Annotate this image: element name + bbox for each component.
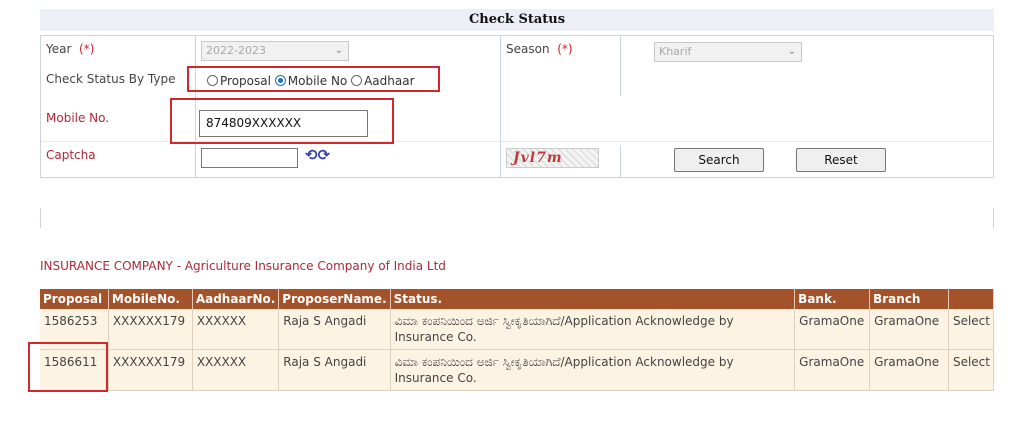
chevron-down-icon: ⌄ xyxy=(787,46,796,57)
check-type-radios: Proposal Mobile No Aadhaar xyxy=(207,74,415,88)
form-divider xyxy=(620,145,621,177)
highlight-box xyxy=(28,342,108,392)
season-select[interactable]: Kharif ⌄ xyxy=(654,42,802,62)
mobile-label: Mobile No. xyxy=(46,111,110,125)
search-button[interactable]: Search xyxy=(674,148,764,172)
col-proposal: Proposal xyxy=(40,289,109,309)
chevron-down-icon: ⌄ xyxy=(334,45,343,56)
form-divider xyxy=(500,36,501,177)
divider xyxy=(40,208,41,228)
table-header-row: Proposal MobileNo. AadhaarNo. ProposerNa… xyxy=(40,289,995,309)
radio-mobile[interactable]: Mobile No xyxy=(274,74,347,88)
form-divider xyxy=(620,36,621,96)
radio-icon xyxy=(351,75,363,86)
cell-bank: GramaOne xyxy=(794,349,871,391)
refresh-icon[interactable]: ⟲⟳ xyxy=(305,146,330,164)
select-link[interactable]: Select xyxy=(948,349,995,391)
captcha-label: Captcha xyxy=(46,148,96,162)
cell-aadhaar: XXXXXX xyxy=(192,309,280,350)
page-title: Check Status xyxy=(40,9,994,31)
divider xyxy=(993,208,994,228)
select-link[interactable]: Select xyxy=(948,309,995,350)
insurance-company-label: INSURANCE COMPANY - Agriculture Insuranc… xyxy=(40,259,446,273)
cell-branch: GramaOne xyxy=(869,349,949,391)
captcha-input[interactable] xyxy=(201,148,298,168)
table-row: 1586253 XXXXXX179 XXXXXX Raja S Angadi ವ… xyxy=(40,309,995,350)
cell-bank: GramaOne xyxy=(794,309,871,350)
col-action xyxy=(948,289,995,309)
radio-checked-icon xyxy=(274,75,286,86)
cell-status: ವಿಮಾ ಕಂಪನಿಯಿಂದ ಅರ್ಜಿ ಸ್ವೀಕೃತಿಯಾಗಿದೆ/Appl… xyxy=(390,349,796,391)
captcha-image: Jvl7m xyxy=(506,148,599,168)
cell-mobile: XXXXXX179 xyxy=(108,309,193,350)
check-status-label: Check Status By Type xyxy=(46,72,176,86)
cell-aadhaar: XXXXXX xyxy=(192,349,280,391)
table-row: 1586611 XXXXXX179 XXXXXX Raja S Angadi ವ… xyxy=(40,349,995,391)
year-select[interactable]: 2022-2023 ⌄ xyxy=(201,41,349,61)
cell-proposer: Raja S Angadi xyxy=(278,309,391,350)
cell-branch: GramaOne xyxy=(869,309,949,350)
season-label: Season (*) xyxy=(506,42,573,56)
col-status: Status. xyxy=(390,289,796,309)
mobile-input[interactable]: 874809XXXXXX xyxy=(199,110,368,137)
radio-aadhaar[interactable]: Aadhaar xyxy=(351,74,415,88)
reset-button[interactable]: Reset xyxy=(796,148,886,172)
cell-status: ವಿಮಾ ಕಂಪನಿಯಿಂದ ಅರ್ಜಿ ಸ್ವೀಕೃತಿಯಾಗಿದೆ/Appl… xyxy=(390,309,796,350)
cell-mobile: XXXXXX179 xyxy=(108,349,193,391)
col-mobile: MobileNo. xyxy=(108,289,193,309)
col-proposer: ProposerName. xyxy=(278,289,391,309)
cell-proposer: Raja S Angadi xyxy=(278,349,391,391)
col-aadhaar: AadhaarNo. xyxy=(192,289,280,309)
results-table: Proposal MobileNo. AadhaarNo. ProposerNa… xyxy=(40,289,995,391)
col-branch: Branch xyxy=(869,289,949,309)
radio-proposal[interactable]: Proposal xyxy=(207,74,271,88)
col-bank: Bank. xyxy=(794,289,871,309)
year-label: Year (*) xyxy=(46,42,95,56)
radio-icon xyxy=(207,75,218,86)
